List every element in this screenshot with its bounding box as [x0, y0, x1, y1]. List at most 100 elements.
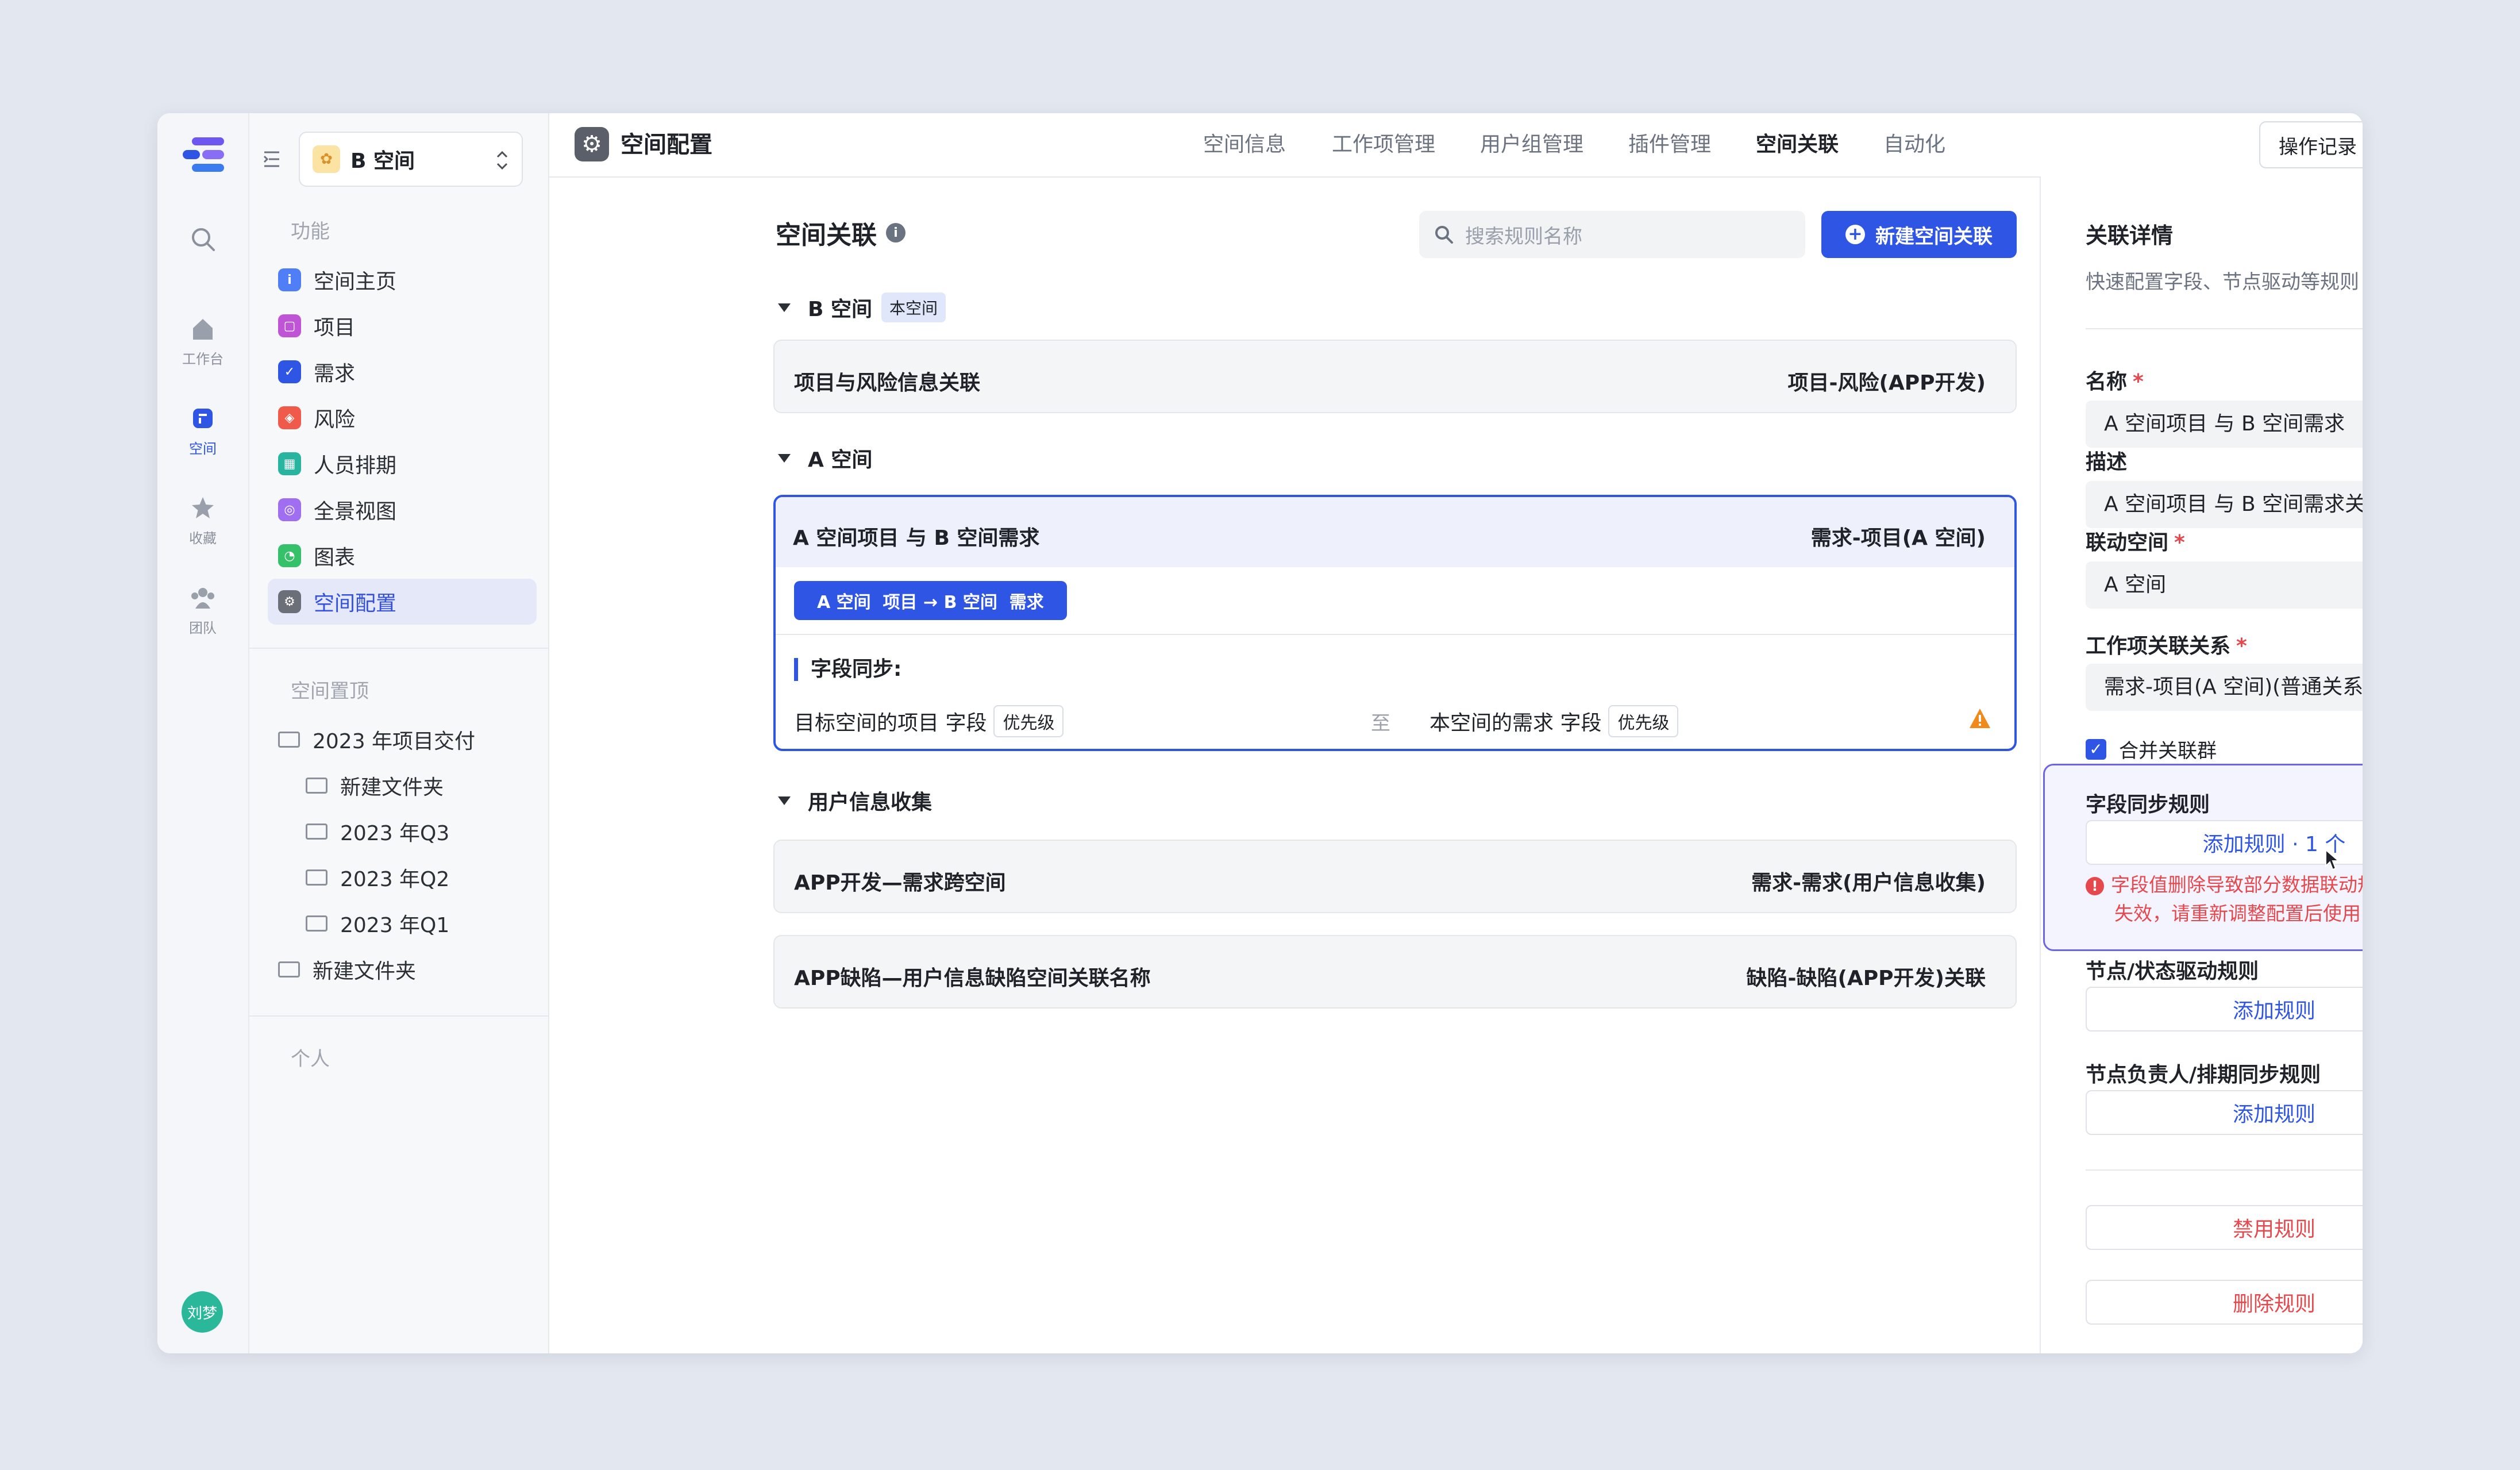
space-switcher-label: B 空间	[350, 149, 415, 173]
settings-gear-icon: ⚙	[575, 127, 609, 161]
folder-item[interactable]: 新建文件夹	[278, 946, 547, 992]
tab-space-info[interactable]: 空间信息	[1203, 113, 1286, 176]
sync-title: 字段同步:	[794, 658, 901, 681]
priority-chip[interactable]: 优先级	[1608, 705, 1679, 737]
tab-plugins[interactable]: 插件管理	[1628, 113, 1711, 176]
node-rule-label: 节点/状态驱动规则	[2086, 960, 2259, 983]
info-icon: i	[278, 268, 301, 291]
relation-card[interactable]: 项目与风险信息关联 项目-风险(APP开发)	[773, 340, 2017, 413]
linked-space-label: 联动空间 *	[2086, 531, 2185, 555]
desc-field[interactable]: A 空间项目 与 B 空间需求关联	[2086, 481, 2363, 528]
rail-label: 收藏	[189, 530, 217, 547]
tab-space-relation[interactable]: 空间关联	[1756, 113, 1839, 176]
name-field[interactable]: A 空间项目 与 B 空间需求	[2086, 401, 2363, 448]
sidebar-item-label: 风险	[314, 408, 356, 432]
flow-button[interactable]: A 空间 项目 → B 空间 需求	[794, 581, 1067, 620]
linked-space-select[interactable]: A 空间	[2086, 561, 2363, 609]
divider	[249, 1015, 548, 1017]
card-title: 项目与风险信息关联	[794, 371, 981, 395]
folder-item[interactable]: 2023 年Q2	[306, 855, 575, 901]
relation-card-selected[interactable]: A 空间项目 与 B 空间需求 需求-项目(A 空间) A 空间 项目 → B …	[773, 495, 2017, 751]
field-sync-label: 字段同步规则	[2086, 793, 2210, 817]
divider	[249, 648, 548, 649]
rail-item-favorites[interactable]: 收藏	[157, 495, 248, 547]
panel-subtitle: 快速配置字段、节点驱动等规则	[2086, 271, 2359, 294]
relation-card[interactable]: APP开发—需求跨空间 需求-需求(用户信息收集)	[773, 840, 2017, 913]
history-button[interactable]: 操作记录	[2259, 121, 2363, 168]
card-tag: 需求-需求(用户信息收集)	[1751, 871, 1986, 895]
team-icon	[191, 588, 214, 609]
error-message: !字段值删除导致部分数据联动规则已 失效，请重新调整配置后使用	[2086, 871, 2363, 928]
sidebar-item-label: 空间配置	[314, 592, 397, 615]
sidebar-item-label: 需求	[314, 362, 356, 386]
folder-label: 2023 年Q1	[340, 914, 450, 937]
section-features-heading: 功能	[291, 220, 330, 243]
owner-rule-label: 节点负责人/排期同步规则	[2086, 1063, 2321, 1087]
warning-icon[interactable]	[1968, 707, 1991, 729]
sidebar-item-panorama[interactable]: ◎ 全景视图	[278, 487, 547, 533]
card-tag: 需求-项目(A 空间)	[1810, 526, 1986, 550]
folder-label: 2023 年项目交付	[313, 730, 476, 753]
calendar-grid-icon: ▦	[278, 452, 301, 475]
collapse-sidebar-icon[interactable]	[262, 148, 285, 171]
folder-label: 2023 年Q2	[340, 868, 450, 891]
folder-item[interactable]: 2023 年Q3	[306, 809, 575, 855]
folder-item[interactable]: 新建文件夹	[306, 763, 575, 809]
rail-item-space[interactable]: 空间	[157, 405, 248, 457]
sidebar-item-schedule[interactable]: ▦ 人员排期	[278, 441, 547, 487]
sidebar-item-risk[interactable]: ◈ 风险	[278, 395, 547, 441]
rail-item-workbench[interactable]: 工作台	[157, 315, 248, 368]
new-relation-button[interactable]: + 新建空间关联	[1821, 211, 2017, 258]
sidebar-item-chart[interactable]: ◔ 图表	[278, 533, 547, 579]
sort-chevrons-icon	[496, 151, 508, 170]
field-sync-add-button[interactable]: 添加规则 · 1 个	[2086, 820, 2363, 865]
folder-label: 新建文件夹	[313, 960, 417, 983]
panel-title: 关联详情	[2086, 223, 2174, 248]
folder-item[interactable]: 2023 年项目交付	[278, 717, 547, 763]
node-rule-add-button[interactable]: 添加规则	[2086, 987, 2363, 1032]
delete-rule-button[interactable]: 删除规则	[2086, 1280, 2363, 1325]
info-icon[interactable]: i	[886, 223, 905, 243]
page-title: 空间配置	[621, 132, 712, 158]
checkbox-checked-icon: ✓	[2086, 738, 2106, 760]
app-logo[interactable]	[180, 136, 226, 173]
merge-checkbox[interactable]: ✓ 合并关联群	[2086, 735, 2217, 763]
relation-card[interactable]: APP缺陷—用户信息缺陷空间关联名称 缺陷-缺陷(APP开发)关联	[773, 935, 2017, 1009]
disable-rule-button[interactable]: 禁用规则	[2086, 1205, 2363, 1250]
star-icon	[192, 497, 214, 518]
search-input[interactable]: 搜索规则名称	[1419, 211, 1805, 258]
relation-select[interactable]: 需求-项目(A 空间)(普通关系)	[2086, 664, 2363, 711]
sidebar-item-project[interactable]: ▢ 项目	[278, 303, 547, 349]
tab-automation[interactable]: 自动化	[1883, 113, 1945, 176]
card-tag: 项目-风险(APP开发)	[1787, 371, 1986, 395]
sidebar-item-label: 人员排期	[314, 454, 397, 478]
sidebar-item-space-home[interactable]: i 空间主页	[278, 257, 547, 303]
divider	[2086, 328, 2363, 329]
search-icon[interactable]	[157, 226, 248, 258]
search-icon	[1435, 226, 1453, 244]
caret-down-icon	[778, 303, 791, 312]
check-circle-icon: ✓	[278, 360, 301, 383]
caret-down-icon	[778, 453, 791, 463]
avatar[interactable]: 刘梦	[182, 1291, 223, 1333]
tab-work-item[interactable]: 工作项管理	[1332, 113, 1435, 176]
gear-icon: ⚙	[278, 590, 301, 613]
space-switcher[interactable]: ✿ B 空间	[299, 132, 523, 187]
folder-icon	[278, 732, 300, 748]
source-field: 目标空间的项目 字段 优先级	[794, 705, 1064, 737]
sidebar: ✿ B 空间 功能 i 空间主页 ▢ 项目 ✓ 需求 ◈ 风险 ▦ 人员排期 ◎…	[249, 113, 549, 1353]
sidebar-item-space-config[interactable]: ⚙ 空间配置	[268, 579, 537, 625]
main-title: 空间关联 i	[776, 214, 905, 251]
group-header-a[interactable]: A 空间	[778, 443, 872, 473]
sidebar-item-requirement[interactable]: ✓ 需求	[278, 349, 547, 395]
folder-item[interactable]: 2023 年Q1	[306, 901, 575, 946]
priority-chip[interactable]: 优先级	[993, 705, 1064, 737]
group-header-user-info[interactable]: 用户信息收集	[778, 786, 932, 815]
tab-user-group[interactable]: 用户组管理	[1480, 113, 1583, 176]
rail-label: 团队	[189, 620, 217, 636]
group-header-b[interactable]: B 空间 本空间	[778, 293, 946, 322]
relation-label: 工作项关联关系 *	[2086, 634, 2247, 658]
bookmark-icon: ▢	[278, 314, 301, 337]
owner-rule-add-button[interactable]: 添加规则	[2086, 1090, 2363, 1135]
rail-item-team[interactable]: 团队	[157, 584, 248, 637]
